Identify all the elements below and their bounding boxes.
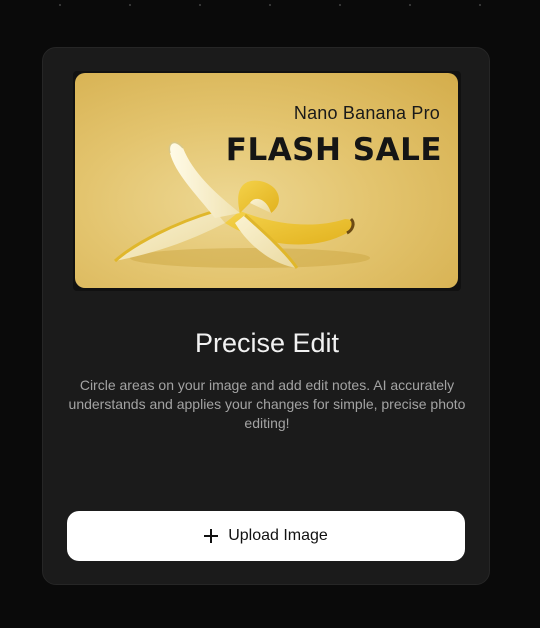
plus-icon [204, 529, 219, 543]
banner-brand-text: Nano Banana Pro [293, 103, 440, 123]
page-background: Nano Banana Pro FLASH SALE Precise Edit … [0, 0, 540, 628]
upload-button-label: Upload Image [228, 527, 328, 544]
feature-card: Nano Banana Pro FLASH SALE Precise Edit … [42, 47, 490, 585]
banner-headline: FLASH SALE [225, 132, 442, 168]
feature-title: Precise Edit [194, 328, 340, 358]
promo-banner: Nano Banana Pro FLASH SALE [75, 73, 458, 288]
feature-description: Circle areas on your image and add edit … [68, 377, 466, 431]
upload-image-button[interactable]: Upload Image [67, 511, 465, 561]
promo-banner-frame: Nano Banana Pro FLASH SALE [73, 71, 461, 291]
